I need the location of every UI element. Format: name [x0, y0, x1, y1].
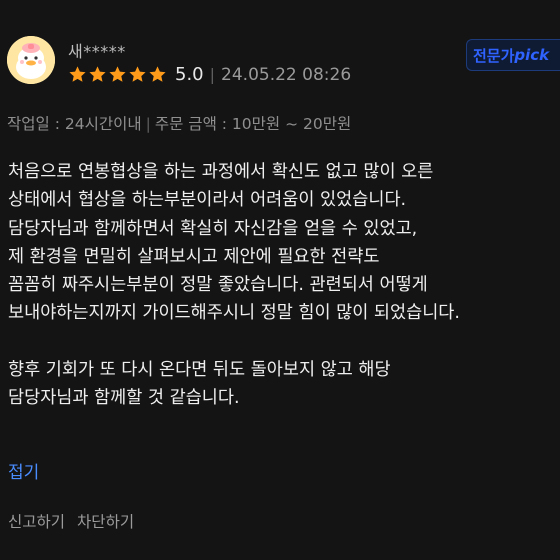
review-line: 꼼꼼히 짜주시는부분이 정말 좋았습니다. 관련되서 어떻게 [8, 275, 428, 296]
duck-avatar-icon [7, 36, 55, 84]
work-days: 작업일 : 24시간이내 [7, 115, 142, 133]
report-button[interactable]: 신고하기 [8, 510, 65, 532]
star-rating [68, 65, 167, 84]
review-actions: 신고하기 차단하기 [8, 510, 134, 532]
divider: | [145, 115, 151, 133]
rating-row: 5.0 | 24.05.22 08:26 [68, 64, 351, 85]
star-icon [109, 66, 126, 82]
badge-suffix: pick [514, 46, 550, 64]
star-icon [69, 66, 86, 82]
clipped-previous-content: ·· [6, 0, 29, 6]
review-line: 보내야하는지까지 가이드해주시니 정말 힘이 많이 되었습니다. [8, 303, 460, 324]
divider: | [209, 65, 216, 84]
review-date: 24.05.22 08:26 [221, 64, 352, 85]
badge-prefix: 전문가 [473, 46, 515, 65]
avatar[interactable] [7, 36, 55, 84]
review-line: 담당자님과 함께하면서 확실히 자신감을 얻을 수 있었고, [8, 218, 418, 239]
star-icon [129, 66, 146, 82]
order-meta: 작업일 : 24시간이내 | 주문 금액 : 10만원 ~ 20만원 [7, 112, 351, 134]
rating-score: 5.0 [175, 64, 204, 85]
review-line: 처음으로 연봉협상을 하는 과정에서 확신도 없고 많이 오른 [8, 162, 434, 182]
expert-pick-badge: 전문가 pick [466, 39, 560, 71]
review-line: 상태에서 협상을 하는부분이라서 어려움이 있었습니다. [8, 190, 407, 211]
order-amount: 주문 금액 : 10만원 ~ 20만원 [154, 115, 352, 133]
review-line: 향후 기회가 또 다시 온다면 뒤도 돌아보지 않고 해당 [8, 360, 391, 381]
star-icon [149, 66, 166, 82]
review-header: 새***** 5.0 | 24.05.22 08:26 전문가 pick [7, 36, 560, 88]
review-line: 담당자님과 함께할 것 같습니다. [8, 388, 240, 409]
review-line: 제 환경을 면밀히 살펴보시고 제안에 필요한 전략도 [8, 246, 380, 267]
review-line [8, 328, 560, 356]
star-icon [89, 66, 106, 82]
review-card: ·· 새***** [0, 0, 560, 560]
reviewer-name: 새***** [68, 42, 126, 61]
collapse-link[interactable]: 접기 [8, 458, 39, 483]
review-body: 처음으로 연봉협상을 하는 과정에서 확신도 없고 많이 오른 상태에서 협상을… [8, 158, 560, 413]
block-button[interactable]: 차단하기 [77, 510, 134, 532]
